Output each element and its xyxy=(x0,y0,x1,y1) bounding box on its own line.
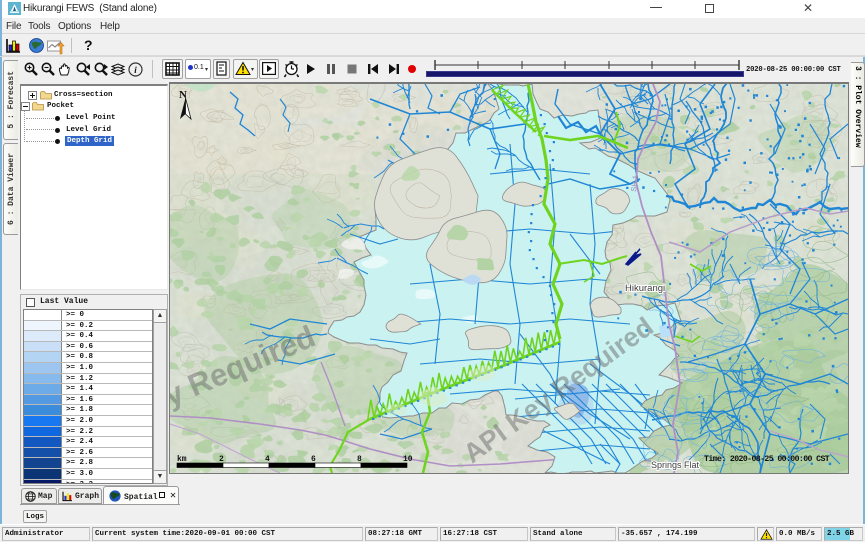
svg-text:6: 6 xyxy=(311,455,316,464)
svg-text:8: 8 xyxy=(357,455,362,464)
svg-text:4: 4 xyxy=(265,455,270,464)
svg-text:Time: 2020-08-25 00:00:00 CST: Time: 2020-08-25 00:00:00 CST xyxy=(704,454,830,464)
svg-text:Springs Flat: Springs Flat xyxy=(651,460,700,470)
svg-text:km: km xyxy=(177,455,187,464)
svg-text:2: 2 xyxy=(219,455,224,464)
svg-text:10: 10 xyxy=(403,455,413,464)
svg-text:i: i xyxy=(134,65,137,75)
svg-text:Hikurangi: Hikurangi xyxy=(625,283,665,294)
